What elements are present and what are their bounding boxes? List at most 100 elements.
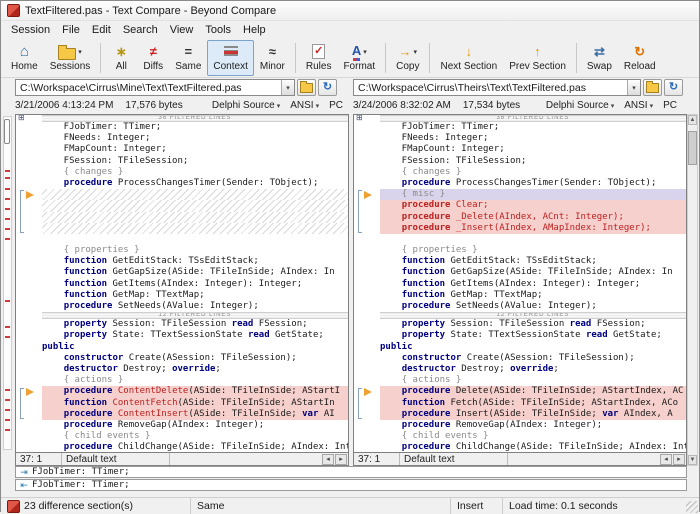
gutter[interactable] bbox=[16, 353, 42, 364]
code-line[interactable]: { actions } bbox=[380, 375, 686, 386]
left-editor-content[interactable]: ⊞36 FILTERED LINES FJobTimer: TTimer; FN… bbox=[16, 115, 348, 452]
menu-item-edit[interactable]: Edit bbox=[86, 23, 117, 37]
diff-section-marker-icon[interactable] bbox=[364, 191, 372, 199]
code-line[interactable]: property State: TTextSessionState read G… bbox=[380, 330, 686, 341]
gutter[interactable] bbox=[354, 178, 380, 189]
gutter[interactable] bbox=[354, 234, 380, 245]
toolbar-button-sessions[interactable]: ▾Sessions bbox=[44, 40, 97, 76]
filtered-lines-banner[interactable]: 36 FILTERED LINES bbox=[42, 115, 348, 122]
code-line[interactable]: function GetEditStack: TSsEditStack; bbox=[380, 256, 686, 267]
scroll-up-icon[interactable]: ▲ bbox=[688, 115, 697, 125]
code-line[interactable]: procedure ProcessChangesTimer(Sender: TO… bbox=[42, 178, 348, 189]
code-line[interactable]: procedure ContentDelete(ASide: TFileInSi… bbox=[42, 386, 348, 397]
toolbar-button-context[interactable]: Context bbox=[207, 40, 253, 76]
gutter[interactable] bbox=[354, 431, 380, 442]
gutter[interactable] bbox=[16, 330, 42, 341]
missing-lines-hatch[interactable] bbox=[42, 223, 348, 234]
gutter[interactable] bbox=[16, 364, 42, 375]
filtered-lines-banner[interactable]: 12 FILTERED LINES bbox=[380, 312, 686, 319]
code-line[interactable]: public bbox=[380, 342, 686, 353]
code-line[interactable]: property Session: TFileSession read FSes… bbox=[380, 319, 686, 330]
left-path-combobox[interactable]: C:\Workspace\Cirrus\Mine\Text\TextFilter… bbox=[15, 79, 295, 96]
left-refresh-button[interactable]: ↻ bbox=[318, 79, 337, 96]
gutter[interactable] bbox=[16, 144, 42, 155]
gutter[interactable] bbox=[354, 245, 380, 256]
gutter[interactable] bbox=[16, 342, 42, 353]
missing-lines-hatch[interactable] bbox=[42, 212, 348, 223]
menu-item-tools[interactable]: Tools bbox=[199, 23, 237, 37]
gutter[interactable] bbox=[354, 312, 380, 319]
toolbar-button-all[interactable]: ∗All bbox=[105, 40, 137, 76]
code-line[interactable]: function ContentFetch(ASide: TFileInSide… bbox=[42, 398, 348, 409]
scrollbar-track[interactable] bbox=[688, 125, 697, 455]
code-line[interactable]: procedure ProcessChangesTimer(Sender: TO… bbox=[380, 178, 686, 189]
right-hscroll-right-button[interactable]: ▸ bbox=[673, 454, 685, 465]
right-format-combo[interactable]: Delphi Source▾ bbox=[546, 100, 614, 111]
right-path-combobox[interactable]: C:\Workspace\Cirrus\Theirs\Text\TextFilt… bbox=[353, 79, 641, 96]
gutter[interactable] bbox=[16, 267, 42, 278]
code-line[interactable]: FMapCount: Integer; bbox=[380, 144, 686, 155]
toolbar-button-swap[interactable]: ⇄Swap bbox=[581, 40, 618, 76]
scrollbar-thumb[interactable] bbox=[688, 131, 697, 165]
resize-grip[interactable] bbox=[686, 501, 698, 513]
gutter[interactable] bbox=[16, 245, 42, 256]
code-line[interactable]: function GetEditStack: TSsEditStack; bbox=[42, 256, 348, 267]
scroll-down-icon[interactable]: ▼ bbox=[688, 455, 697, 465]
left-format-combo[interactable]: Delphi Source▾ bbox=[212, 100, 280, 111]
gutter[interactable] bbox=[16, 156, 42, 167]
toolbar-button-copy[interactable]: →▾Copy bbox=[390, 40, 425, 76]
code-line[interactable]: { child events } bbox=[380, 431, 686, 442]
right-refresh-button[interactable]: ↻ bbox=[664, 79, 683, 96]
left-line-endings[interactable]: PC bbox=[329, 100, 343, 111]
gutter[interactable] bbox=[354, 420, 380, 431]
gutter[interactable] bbox=[354, 144, 380, 155]
code-line[interactable]: procedure Insert(ASide: TFileInSide; var… bbox=[380, 409, 686, 420]
code-line[interactable]: procedure _Insert(AIndex, AMapIndex: Int… bbox=[380, 223, 686, 234]
gutter[interactable] bbox=[16, 256, 42, 267]
code-line[interactable]: FSession: TFileSession; bbox=[42, 156, 348, 167]
gutter[interactable] bbox=[16, 178, 42, 189]
gutter[interactable] bbox=[16, 290, 42, 301]
code-line[interactable]: function GetGapSize(ASide: TFileInSide; … bbox=[380, 267, 686, 278]
code-line[interactable]: FJobTimer: TTimer; bbox=[42, 122, 348, 133]
gutter[interactable] bbox=[354, 267, 380, 278]
toolbar-button-diffs[interactable]: ≠Diffs bbox=[137, 40, 169, 76]
code-line[interactable]: procedure _Delete(AIndex, ACnt: Integer)… bbox=[380, 212, 686, 223]
code-line[interactable]: FNeeds: Integer; bbox=[380, 133, 686, 144]
right-encoding-combo[interactable]: ANSI▾ bbox=[624, 100, 653, 111]
gutter[interactable] bbox=[354, 256, 380, 267]
code-line[interactable]: procedure SetNeeds(AValue: Integer); bbox=[42, 301, 348, 312]
code-line[interactable]: procedure SetNeeds(AValue: Integer); bbox=[380, 301, 686, 312]
right-current-line-pane[interactable]: ⇤ FJobTimer: TTimer; bbox=[15, 479, 687, 491]
gutter[interactable] bbox=[354, 290, 380, 301]
code-line[interactable]: { properties } bbox=[380, 245, 686, 256]
missing-lines-hatch[interactable] bbox=[42, 200, 348, 211]
gutter[interactable] bbox=[16, 319, 42, 330]
gutter[interactable] bbox=[354, 375, 380, 386]
code-line[interactable]: { actions } bbox=[42, 375, 348, 386]
right-editor-content[interactable]: ⊞36 FILTERED LINES FJobTimer: TTimer; FN… bbox=[354, 115, 686, 452]
gutter[interactable] bbox=[16, 133, 42, 144]
right-hscroll-left-button[interactable]: ◂ bbox=[660, 454, 672, 465]
code-line[interactable]: destructor Destroy; override; bbox=[380, 364, 686, 375]
filtered-lines-banner[interactable]: 12 FILTERED LINES bbox=[42, 312, 348, 319]
code-line[interactable]: { changes } bbox=[42, 167, 348, 178]
diff-section-marker-icon[interactable] bbox=[26, 191, 34, 199]
code-line[interactable]: { child events } bbox=[42, 431, 348, 442]
left-encoding-combo[interactable]: ANSI▾ bbox=[290, 100, 319, 111]
code-line[interactable]: FMapCount: Integer; bbox=[42, 144, 348, 155]
toolbar-button-rules[interactable]: Rules bbox=[300, 40, 338, 76]
menu-item-search[interactable]: Search bbox=[117, 23, 164, 37]
left-browse-button[interactable] bbox=[297, 79, 316, 96]
filtered-lines-banner[interactable]: 36 FILTERED LINES bbox=[380, 115, 686, 122]
code-line[interactable]: function GetMap: TTextMap; bbox=[42, 290, 348, 301]
code-line[interactable]: function GetMap: TTextMap; bbox=[380, 290, 686, 301]
right-path-dropdown-icon[interactable]: ▾ bbox=[627, 80, 640, 95]
gutter[interactable] bbox=[354, 342, 380, 353]
code-line[interactable]: function GetItems(AIndex: Integer): Inte… bbox=[380, 279, 686, 290]
menu-item-view[interactable]: View bbox=[164, 23, 200, 37]
left-hscroll-right-button[interactable]: ▸ bbox=[335, 454, 347, 465]
menu-item-file[interactable]: File bbox=[56, 23, 86, 37]
gutter[interactable] bbox=[16, 431, 42, 442]
gutter[interactable] bbox=[354, 133, 380, 144]
